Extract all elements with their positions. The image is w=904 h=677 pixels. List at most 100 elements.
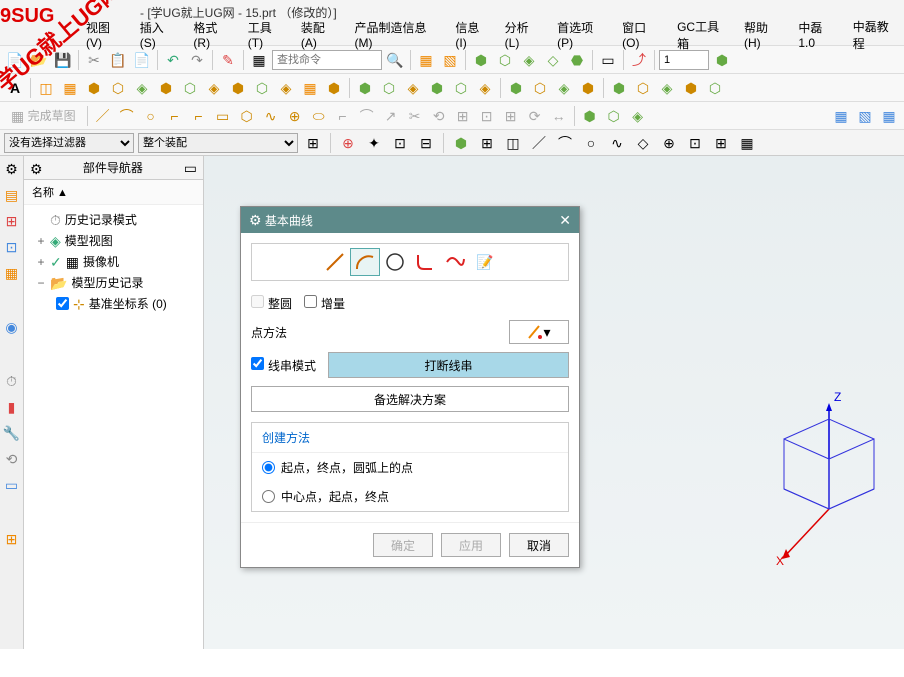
cb-string-mode[interactable]: 线串模式 <box>251 357 316 374</box>
sk-20[interactable]: ↔ <box>548 105 570 127</box>
filter-select-1[interactable]: 没有选择过滤器 <box>4 133 134 153</box>
f-14[interactable]: ⊕ <box>658 132 680 154</box>
tree-history-mode[interactable]: ⏱ 历史记录模式 <box>28 209 199 230</box>
f-5[interactable]: ⊟ <box>415 132 437 154</box>
sk-r2[interactable]: ▧ <box>854 105 876 127</box>
t2-12[interactable]: ◈ <box>275 77 297 99</box>
break-string-button[interactable]: 打断线串 <box>328 352 569 378</box>
tab-link-icon[interactable]: ⟲ <box>3 450 21 468</box>
menu-insert[interactable]: 插入(S) <box>134 17 184 52</box>
t2-20[interactable]: ◈ <box>474 77 496 99</box>
sk-22[interactable]: ⬡ <box>603 105 625 127</box>
f-17[interactable]: ▦ <box>736 132 758 154</box>
paste-button[interactable]: 📄 <box>131 49 153 71</box>
f-9[interactable]: ／ <box>528 132 550 154</box>
tree-cameras[interactable]: +✓▦ 摄像机 <box>28 251 199 272</box>
menu-preferences[interactable]: 首选项(P) <box>551 17 612 52</box>
sk-11[interactable]: ⌐ <box>332 105 354 127</box>
radio-start-end-arc[interactable]: 起点，终点，圆弧上的点 <box>252 453 568 482</box>
f-8[interactable]: ◫ <box>502 132 524 154</box>
tab-sheet-icon[interactable]: ▭ <box>3 476 21 494</box>
t2-6[interactable]: ◈ <box>131 77 153 99</box>
csys-checkbox[interactable] <box>56 297 69 310</box>
command-search[interactable] <box>272 50 382 70</box>
f-6[interactable]: ⬢ <box>450 132 472 154</box>
t2-16[interactable]: ⬡ <box>378 77 400 99</box>
alt-solution-button[interactable]: 备选解决方案 <box>251 386 569 412</box>
tool-trim[interactable] <box>440 248 470 276</box>
tool-a[interactable]: ✎ <box>217 49 239 71</box>
spinner-input[interactable] <box>659 50 709 70</box>
menu-zhonglei-tutorial[interactable]: 中磊教程 <box>847 16 904 54</box>
t2-24[interactable]: ⬢ <box>577 77 599 99</box>
dialog-titlebar[interactable]: ⚙ 基本曲线 ✕ <box>241 207 579 233</box>
cube3-icon[interactable]: ◈ <box>518 49 540 71</box>
arc-icon[interactable]: ⌒ <box>116 105 138 127</box>
copy-button[interactable]: 📋 <box>107 49 129 71</box>
filter-select-2[interactable]: 整个装配 <box>138 133 298 153</box>
f-16[interactable]: ⊞ <box>710 132 732 154</box>
menu-tools[interactable]: 工具(T) <box>242 17 291 52</box>
tool-line[interactable] <box>320 248 350 276</box>
point-icon[interactable]: ⊕ <box>284 105 306 127</box>
tab-asm-icon[interactable]: ⊞ <box>3 212 21 230</box>
cube1-icon[interactable]: ⬢ <box>470 49 492 71</box>
chamfer-icon[interactable]: ⌐ <box>188 105 210 127</box>
t2-3[interactable]: ▦ <box>59 77 81 99</box>
cube4-icon[interactable]: ◇ <box>542 49 564 71</box>
tree-datum-csys[interactable]: ⊹ 基准坐标系 (0) <box>48 293 199 314</box>
menu-help[interactable]: 帮助(H) <box>738 17 788 52</box>
t2-14[interactable]: ⬢ <box>323 77 345 99</box>
f-4[interactable]: ⊡ <box>389 132 411 154</box>
column-header[interactable]: 名称 ▲ <box>24 180 203 205</box>
f-10[interactable]: ⌒ <box>554 132 576 154</box>
sk-14[interactable]: ✂ <box>404 105 426 127</box>
tab-history-icon[interactable]: ⏱ <box>3 372 21 390</box>
menu-view[interactable]: 视图(V) <box>80 17 130 52</box>
tool-circle[interactable] <box>380 248 410 276</box>
cut-button[interactable]: ✂ <box>83 49 105 71</box>
sk-r1[interactable]: ▦ <box>830 105 852 127</box>
cube2-icon[interactable]: ⬡ <box>494 49 516 71</box>
spline-icon[interactable]: ∿ <box>260 105 282 127</box>
t2-21[interactable]: ⬢ <box>505 77 527 99</box>
last-icon[interactable]: ⬢ <box>711 49 733 71</box>
save-button[interactable]: 💾 <box>52 49 74 71</box>
t2-13[interactable]: ▦ <box>299 77 321 99</box>
radio-center-start-end[interactable]: 中心点，起点，终点 <box>252 482 568 511</box>
cancel-button[interactable]: 取消 <box>509 533 569 557</box>
point-method-select[interactable]: ▾ <box>509 320 569 344</box>
poly-icon[interactable]: ⬡ <box>236 105 258 127</box>
rect-icon[interactable]: ▭ <box>597 49 619 71</box>
sk-19[interactable]: ⟳ <box>524 105 546 127</box>
t2-26[interactable]: ⬡ <box>632 77 654 99</box>
sk-21[interactable]: ⬢ <box>579 105 601 127</box>
pin-icon[interactable]: ▭ <box>184 161 197 175</box>
finish-sketch-button[interactable]: ▦ 完成草图 <box>4 105 83 127</box>
sk-15[interactable]: ⟲ <box>428 105 450 127</box>
t2-23[interactable]: ◈ <box>553 77 575 99</box>
menu-zhonglei1[interactable]: 中磊1.0 <box>792 17 842 52</box>
t2-25[interactable]: ⬢ <box>608 77 630 99</box>
menu-format[interactable]: 格式(R) <box>187 17 237 52</box>
tool-edit[interactable]: 📝 <box>470 248 500 276</box>
f-3[interactable]: ✦ <box>363 132 385 154</box>
cube5-icon[interactable]: ⬣ <box>566 49 588 71</box>
grid2-icon[interactable]: ▧ <box>439 49 461 71</box>
tab-layers-icon[interactable]: ▦ <box>3 264 21 282</box>
tool-b[interactable]: ▦ <box>248 49 270 71</box>
t2-9[interactable]: ◈ <box>203 77 225 99</box>
f-15[interactable]: ⊡ <box>684 132 706 154</box>
f-2[interactable]: ⊕ <box>337 132 359 154</box>
menu-assembly[interactable]: 装配(A) <box>295 17 345 52</box>
tab-gear-icon[interactable]: ⚙ <box>3 160 21 178</box>
sk-18[interactable]: ⊞ <box>500 105 522 127</box>
f-11[interactable]: ○ <box>580 132 602 154</box>
rect-sketch-icon[interactable]: ▭ <box>212 105 234 127</box>
f-1[interactable]: ⊞ <box>302 132 324 154</box>
t2-5[interactable]: ⬡ <box>107 77 129 99</box>
tool-arc[interactable] <box>350 248 380 276</box>
menu-info[interactable]: 信息(I) <box>449 17 494 52</box>
sk-12[interactable]: ⌒ <box>356 105 378 127</box>
tab-render-icon[interactable]: ▮ <box>3 398 21 416</box>
